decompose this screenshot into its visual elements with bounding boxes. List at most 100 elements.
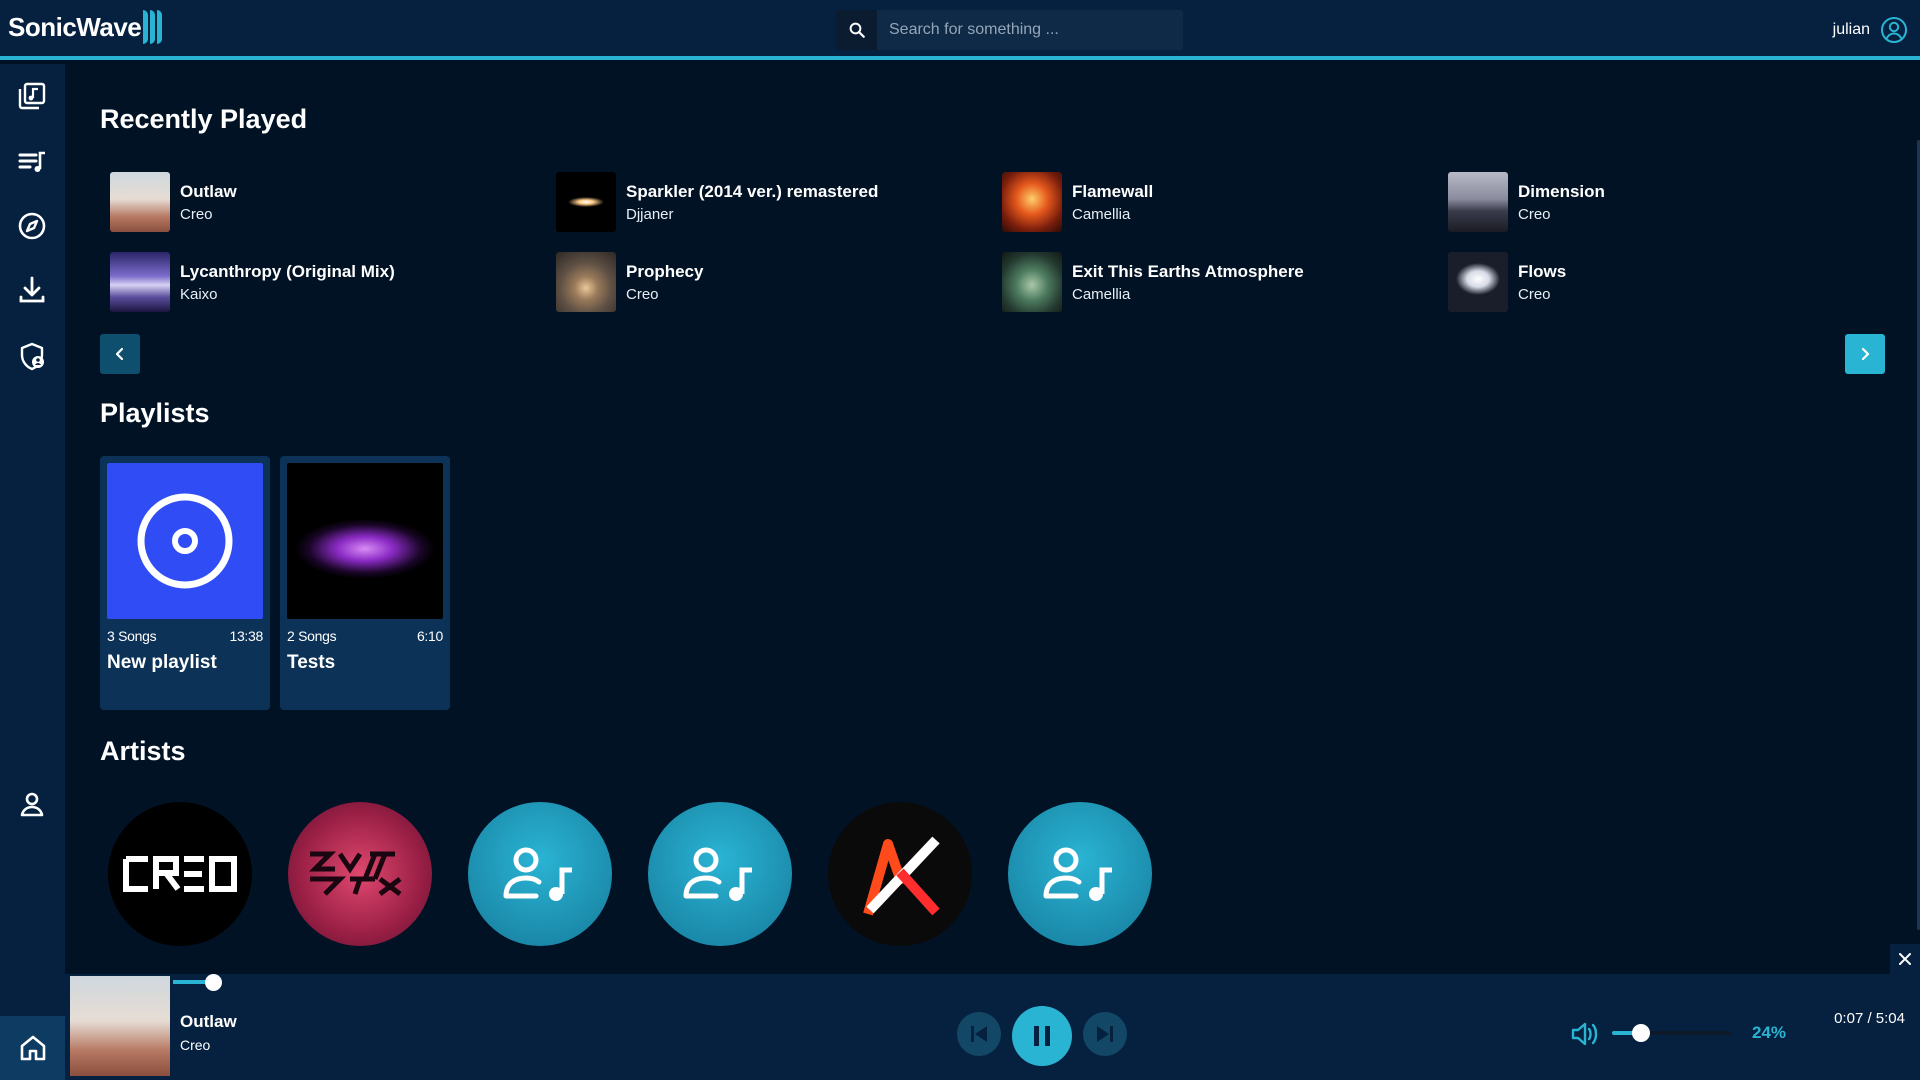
progress-bar[interactable] xyxy=(233,980,1920,984)
track-cover xyxy=(1448,252,1508,312)
playlist-title: Tests xyxy=(287,652,336,673)
playlist-duration: 6:10 xyxy=(416,628,443,644)
volume-percent: 24% xyxy=(1752,1023,1787,1042)
track-title: Lycanthropy (Original Mix) xyxy=(180,261,395,281)
admin-shield-icon[interactable] xyxy=(14,338,50,374)
library-icon[interactable] xyxy=(14,78,50,114)
playlist-title: New playlist xyxy=(107,652,217,673)
track-cover xyxy=(1002,252,1062,312)
artist-creo-avatar[interactable] xyxy=(108,802,252,946)
playback-time: 0:07 / 5:04 xyxy=(1834,1010,1905,1027)
user-menu[interactable]: julian xyxy=(1833,16,1908,44)
creo-logo xyxy=(123,856,237,892)
track-artist: Kaixo xyxy=(180,285,218,303)
track-title: Outlaw xyxy=(180,181,237,201)
track-cover xyxy=(1448,172,1508,232)
track-title: Flows xyxy=(1518,261,1567,281)
track-artist: Creo xyxy=(180,205,213,223)
now-playing-cover xyxy=(70,976,170,1076)
app-logo[interactable]: SonicWave xyxy=(8,10,163,44)
carousel-prev-button[interactable] xyxy=(100,334,140,374)
playlist-card[interactable]: 3 Songs 13:38 New playlist xyxy=(100,456,270,710)
kaixo-logo xyxy=(863,836,940,916)
previous-track-button[interactable] xyxy=(957,1012,1001,1056)
artist-placeholder-icon xyxy=(503,847,572,901)
track-item[interactable]: Outlaw Creo xyxy=(110,172,540,232)
volume-icon[interactable] xyxy=(1570,1020,1600,1053)
skip-previous-icon xyxy=(971,1026,987,1042)
playlist-card[interactable]: 2 Songs 6:10 Tests xyxy=(280,456,450,710)
sidebar xyxy=(0,64,65,1080)
download-icon[interactable] xyxy=(14,272,50,308)
home-nav-item[interactable] xyxy=(0,1016,65,1080)
home-icon xyxy=(20,1035,45,1061)
disc-icon xyxy=(137,493,233,589)
player-bar: Outlaw Creo 24% 0:07 / 5:04 xyxy=(65,974,1920,1080)
user-avatar-icon xyxy=(1881,17,1907,43)
track-item[interactable]: Lycanthropy (Original Mix) Kaixo xyxy=(110,252,540,312)
queue-icon[interactable] xyxy=(14,144,50,180)
volume-slider[interactable] xyxy=(1612,1024,1732,1042)
play-pause-button[interactable] xyxy=(1012,1006,1072,1066)
track-cover xyxy=(110,252,170,312)
volume-handle[interactable] xyxy=(1632,1024,1650,1042)
track-artist: Djjaner xyxy=(626,205,674,223)
track-item[interactable]: Prophecy Creo xyxy=(556,252,986,312)
playlist-song-count: 2 Songs xyxy=(287,628,337,644)
camellia-logo xyxy=(308,851,402,896)
carousel-next-button[interactable] xyxy=(1845,334,1885,374)
main-content: Recently Played Outlaw Creo Sparkler (201… xyxy=(65,64,1920,974)
discover-compass-icon[interactable] xyxy=(14,208,50,244)
now-playing-artist: Creo xyxy=(180,1037,211,1053)
track-item[interactable]: Dimension Creo xyxy=(1448,172,1878,232)
track-artist: Creo xyxy=(626,285,659,303)
track-cover xyxy=(1002,172,1062,232)
track-item[interactable]: Flamewall Camellia xyxy=(1002,172,1432,232)
playlist-cover xyxy=(287,463,443,619)
next-track-button[interactable] xyxy=(1083,1012,1127,1056)
logo-waves-icon xyxy=(143,10,163,44)
track-title: Dimension xyxy=(1518,181,1605,201)
track-artist: Creo xyxy=(1518,285,1551,303)
track-item[interactable]: Flows Creo xyxy=(1448,252,1878,312)
pause-icon xyxy=(1034,1026,1050,1046)
skip-next-icon xyxy=(1097,1026,1113,1042)
now-playing-title: Outlaw xyxy=(180,1012,237,1031)
track-cover xyxy=(556,252,616,312)
chevron-right-icon xyxy=(1861,347,1870,361)
artist-placeholder-avatar[interactable] xyxy=(1008,802,1152,946)
progress-handle[interactable] xyxy=(205,974,222,991)
playlist-cover xyxy=(107,463,263,619)
artist-kaixo-avatar[interactable] xyxy=(828,802,972,946)
playlists-heading: Playlists xyxy=(100,398,210,428)
artist-placeholder-avatar[interactable] xyxy=(648,802,792,946)
artist-placeholder-avatar[interactable] xyxy=(468,802,612,946)
track-title: Sparkler (2014 ver.) remastered xyxy=(626,181,879,201)
username: julian xyxy=(1832,21,1870,38)
playlist-duration: 13:38 xyxy=(229,628,263,644)
track-title: Flamewall xyxy=(1072,181,1154,201)
track-artist: Camellia xyxy=(1072,205,1131,223)
chevron-left-icon xyxy=(115,347,124,361)
track-cover xyxy=(110,172,170,232)
search-bar xyxy=(836,10,1183,50)
track-cover xyxy=(556,172,616,232)
recently-played-heading: Recently Played xyxy=(100,104,308,134)
search-input[interactable] xyxy=(877,10,1183,50)
search-icon[interactable] xyxy=(836,10,877,50)
track-title: Exit This Earths Atmosphere xyxy=(1072,261,1304,281)
close-icon xyxy=(1899,953,1911,965)
artist-placeholder-icon xyxy=(683,847,752,901)
track-item[interactable]: Exit This Earths Atmosphere Camellia xyxy=(1002,252,1432,312)
close-player-button[interactable] xyxy=(1890,944,1920,974)
top-bar: SonicWave julian xyxy=(0,0,1920,60)
artist-camellia-avatar[interactable] xyxy=(288,802,432,946)
profile-icon[interactable] xyxy=(14,786,50,822)
playlist-song-count: 3 Songs xyxy=(107,628,157,644)
track-title: Prophecy xyxy=(626,261,704,281)
track-item[interactable]: Sparkler (2014 ver.) remastered Djjaner xyxy=(556,172,986,232)
app-name: SonicWave xyxy=(8,11,142,42)
track-artist: Camellia xyxy=(1072,285,1131,303)
track-artist: Creo xyxy=(1518,205,1551,223)
artists-heading: Artists xyxy=(100,736,186,766)
